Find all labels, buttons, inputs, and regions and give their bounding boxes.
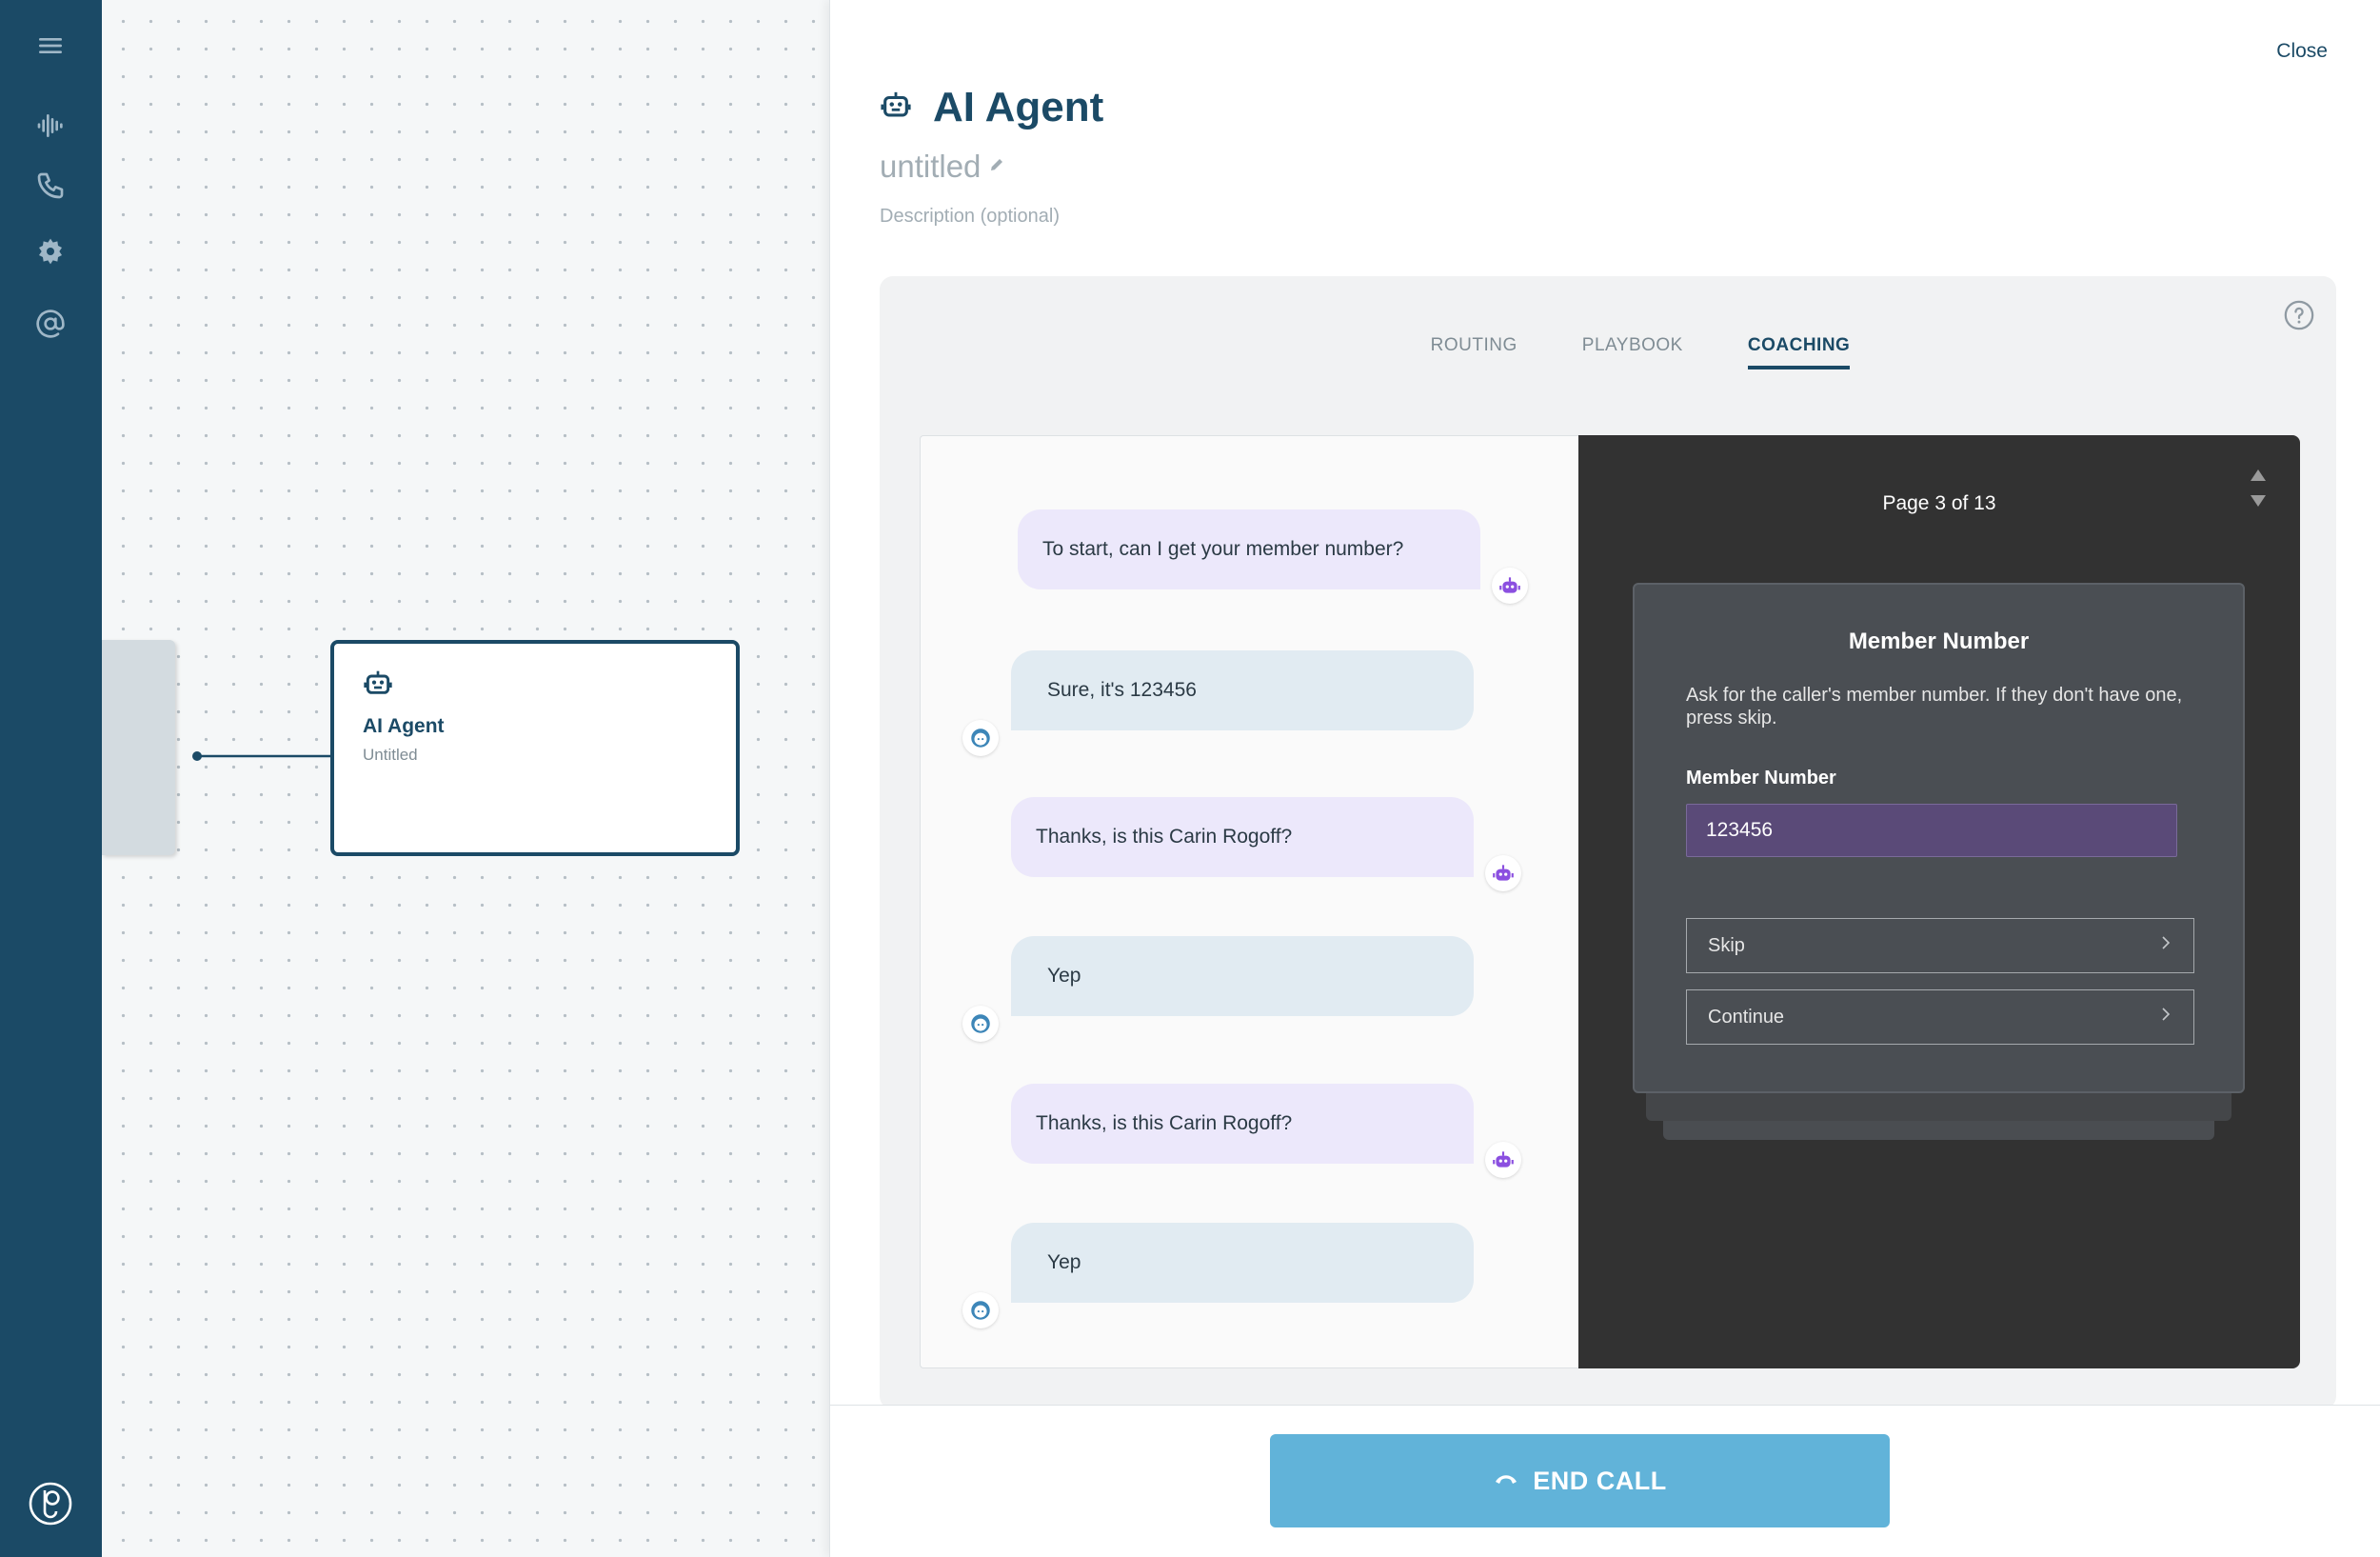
arrow-up-icon[interactable]: [2245, 469, 2271, 490]
waveform-icon[interactable]: [28, 103, 73, 149]
skip-button[interactable]: Skip: [1686, 918, 2194, 973]
chat-message-bot: Thanks, is this Carin Rogoff?: [1011, 797, 1474, 877]
user-avatar-icon: [962, 1006, 999, 1042]
bot-avatar-icon: [1485, 1142, 1521, 1178]
node-subtitle: Untitled: [363, 746, 418, 764]
chat-transcript[interactable]: To start, can I get your member number? …: [920, 435, 1578, 1368]
chevron-right-icon: [2159, 934, 2172, 957]
end-call-button[interactable]: END CALL: [1270, 1434, 1890, 1527]
end-call-label: END CALL: [1533, 1466, 1667, 1495]
description-field[interactable]: Description (optional): [880, 206, 1060, 228]
coaching-step-card: Member Number Ask for the caller's membe…: [1633, 583, 2245, 1093]
robot-icon: [363, 670, 393, 703]
skip-label: Skip: [1708, 934, 1745, 956]
page-nav[interactable]: [2245, 466, 2271, 515]
close-button[interactable]: Close: [2276, 40, 2328, 63]
agent-panel: Close AI Agent untitled Description (opt…: [829, 0, 2380, 1557]
chat-message-user: Yep: [1011, 936, 1474, 1016]
continue-button[interactable]: Continue: [1686, 989, 2194, 1045]
phone-icon[interactable]: [28, 163, 73, 209]
flow-canvas[interactable]: AI Agent Untitled: [102, 0, 829, 1557]
at-sign-icon[interactable]: [28, 301, 73, 347]
chat-message-user: Yep: [1011, 1223, 1474, 1303]
tab-bar: ROUTING PLAYBOOK COACHING: [880, 335, 2336, 369]
panel-footer: END CALL: [830, 1405, 2380, 1557]
continue-label: Continue: [1708, 1006, 1785, 1028]
step-title: Member Number: [1848, 629, 2030, 654]
user-avatar-icon: [962, 720, 999, 756]
hang-up-icon: [1493, 1467, 1519, 1496]
agent-card: ROUTING PLAYBOOK COACHING To start, can …: [880, 276, 2336, 1409]
step-description: Ask for the caller's member number. If t…: [1686, 685, 2183, 729]
menu-icon[interactable]: [28, 23, 73, 69]
pencil-icon[interactable]: [988, 156, 1005, 178]
user-avatar-icon: [962, 1292, 999, 1328]
arrow-down-icon[interactable]: [2245, 495, 2271, 516]
member-number-label: Member Number: [1686, 768, 1836, 788]
logo-icon[interactable]: [25, 1478, 76, 1529]
help-icon[interactable]: [2283, 299, 2315, 331]
chat-message-bot: Thanks, is this Carin Rogoff?: [1011, 1084, 1474, 1164]
panel-header: AI Agent: [880, 84, 1103, 131]
tab-playbook[interactable]: PLAYBOOK: [1582, 335, 1683, 369]
chat-message-user: Sure, it's 123456: [1011, 650, 1474, 730]
agent-name[interactable]: untitled: [880, 149, 981, 185]
coaching-pane: Page 3 of 13 Member Number Ask for the c…: [1578, 435, 2300, 1368]
tab-coaching[interactable]: COACHING: [1747, 335, 1851, 369]
bot-avatar-icon: [1485, 855, 1521, 891]
gear-icon[interactable]: [28, 229, 73, 274]
page-indicator: Page 3 of 13: [1882, 492, 1996, 514]
chat-message-bot: To start, can I get your member number?: [1018, 509, 1480, 589]
robot-icon: [880, 90, 912, 127]
tab-routing[interactable]: ROUTING: [1431, 335, 1517, 369]
member-number-input[interactable]: [1686, 804, 2177, 857]
agent-name-row[interactable]: untitled: [880, 149, 1005, 185]
node-title: AI Agent: [363, 715, 445, 737]
bot-avatar-icon: [1492, 568, 1528, 604]
page-title: AI Agent: [933, 84, 1104, 130]
previous-node[interactable]: [102, 640, 175, 855]
sidebar: [0, 0, 102, 1557]
ai-agent-node[interactable]: AI Agent Untitled: [330, 640, 740, 856]
chevron-right-icon: [2159, 1006, 2172, 1028]
